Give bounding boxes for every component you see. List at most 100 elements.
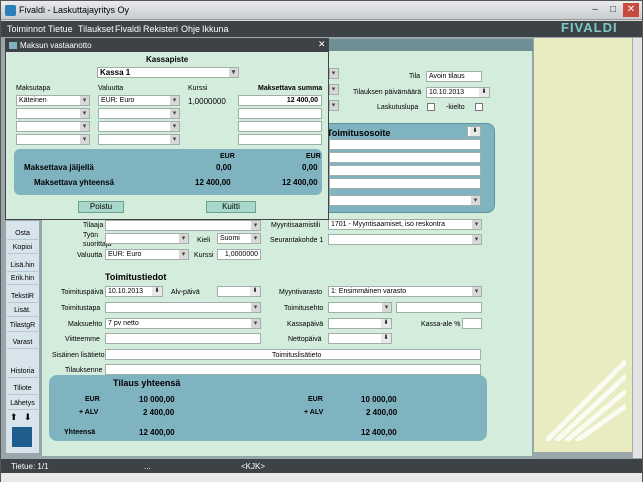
menu-ikkuna[interactable]: Ikkuna [202,24,229,34]
maksutapa-dropdown-4[interactable] [16,134,90,145]
sidebar-kopioi[interactable]: Kopioi [7,241,38,254]
dialog-kurssi-value: 1,0000000 [188,97,226,106]
tilauksenne-label: Tilauksenne [65,367,103,374]
summa-label: Maksettava summa [258,85,323,92]
tilauksenne-field[interactable] [105,364,481,375]
eur-label-right: EUR [308,396,323,403]
address-line-4[interactable] [329,178,481,189]
summa-field-4[interactable] [238,134,322,145]
grand-total-right: 12 400,00 [361,428,397,437]
hidden-dropdown-2[interactable] [329,84,339,95]
alv-total-right: 2 400,00 [366,408,398,417]
tyon-dropdown[interactable] [105,233,189,244]
maksutapa-dropdown-2[interactable] [16,108,90,119]
record-indicator: Tietue: 1/1 [11,462,49,471]
yhteensa-value-a: 12 400,00 [195,178,231,187]
sidebar-tilastgr[interactable]: TilastgR [7,319,38,332]
myyntisaamistili-dropdown[interactable]: 1701 - Myyntisaamiset, iso reskontra [328,219,482,230]
kassapaiva-field[interactable] [328,318,392,329]
sidebar-lisat[interactable]: Lisät. [7,304,38,317]
sidebar-tekstir[interactable]: TekstiR [7,290,38,303]
dialog-valuutta-dropdown-4[interactable] [98,134,180,145]
toimitusosoite-picker-icon[interactable] [467,126,481,137]
sidebar-erikhin[interactable]: Erik.hin [7,272,38,285]
maksutapa-dropdown-3[interactable] [16,121,90,132]
sidebar-varast[interactable]: Varast [7,336,38,349]
status-bar: Tietue: 1/1 ... <KJK> [1,459,642,473]
maximize-button[interactable]: □ [605,3,621,17]
kielto-checkbox[interactable] [475,103,483,111]
laskutuslupa-checkbox[interactable] [427,103,435,111]
kurssi-field[interactable]: 1,0000000 [217,249,261,260]
tilaaja-label: Tilaaja [83,222,104,229]
address-line-1[interactable] [329,139,481,150]
sidebar-historia[interactable]: Historia [7,365,38,378]
tila-field[interactable]: Avoin tilaus [426,71,482,82]
kassapiste-dropdown[interactable]: Kassa 1 [97,67,239,78]
app-window: Fivaldi - Laskuttajayritys Oy – □ ✕ Toim… [0,0,643,482]
dialog-valuutta-label: Valuutta [98,85,124,92]
dialog-summary-box: EUR EUR Maksettava jäljellä 0,00 0,00 Ma… [14,149,322,195]
fivaldi-logo: FIVALDI [561,20,618,35]
toimitusehto-label: Toimitusehto [284,305,324,312]
maksuehto-dropdown[interactable]: 7 pv netto [105,318,261,329]
maksutapa-dropdown-1[interactable]: Käteinen [16,95,90,106]
address-line-3[interactable] [329,165,481,176]
yhteensa-value-b: 12 400,00 [282,178,318,187]
menu-bar: Toiminnot Tietue Tilaukset Fivaldi Rekis… [1,21,642,37]
kuitti-button[interactable]: Kuitti [206,201,256,213]
tilaaja-dropdown[interactable] [105,220,261,231]
dialog-close-icon[interactable]: ✕ [318,39,326,50]
toimitustapa-dropdown[interactable] [105,302,261,313]
menu-ohje[interactable]: Ohje [181,24,200,34]
kassa-ale-field[interactable] [462,318,482,329]
summa-field-1[interactable]: 12 400,00 [238,95,322,106]
valuutta-dropdown[interactable]: EUR: Euro [105,249,189,260]
viitteemme-field[interactable] [105,333,261,344]
nav-indicator: <KJK> [241,462,266,471]
arrow-up-icon[interactable]: ⬆ [10,412,18,423]
menu-toiminnot[interactable]: Toiminnot [7,24,46,34]
nettopaiva-field[interactable] [328,333,392,344]
order-date-field[interactable]: 10.10.2013 [426,87,490,98]
toimituslisatieto-label: Toimituslisätieto [272,352,322,359]
myyntivarasto-dropdown[interactable]: 1: Ensimmäinen varasto [328,286,482,297]
dialog-valuutta-dropdown-3[interactable] [98,121,180,132]
alv-paiva-field[interactable] [217,286,261,297]
address-line-2[interactable] [329,152,481,163]
toimitusehto-text-field[interactable] [396,302,482,313]
toimitustapa-label: Toimitustapa [61,305,101,312]
sidebar-tiliote[interactable]: Tiliote [7,382,38,395]
title-bar: Fivaldi - Laskuttajayritys Oy – □ ✕ [1,1,642,20]
menu-rekisteri[interactable]: Rekisteri [143,24,178,34]
kieli-dropdown[interactable]: Suomi [217,233,261,244]
summary-eur-a: EUR [220,153,235,160]
close-button[interactable]: ✕ [623,3,639,17]
poistu-button[interactable]: Poistu [78,201,124,213]
address-country-dropdown[interactable] [329,195,481,206]
dialog-icon [9,42,17,49]
dialog-valuutta-dropdown-2[interactable] [98,108,180,119]
dialog-valuutta-dropdown-1[interactable]: EUR: Euro [98,95,180,106]
tyon-label: Työn suorittaja [83,232,112,248]
hidden-dropdown-1[interactable] [329,68,339,79]
menu-tilaukset[interactable]: Tilaukset [78,24,114,34]
menu-fivaldi[interactable]: Fivaldi [115,24,141,34]
toimituspaiva-field[interactable]: 10.10.2013 [105,286,163,297]
vertical-scrollbar[interactable] [632,38,642,458]
sidebar-osta[interactable]: Osta [7,227,38,240]
seurantakohde-dropdown[interactable] [328,234,482,245]
summa-field-3[interactable] [238,121,322,132]
action-sidebar: Osta Kopioi Lisä.hin Erik.hin TekstiR Li… [6,221,39,453]
jaljella-value-a: 0,00 [216,163,232,172]
minimize-button[interactable]: – [587,3,603,17]
menu-tietue[interactable]: Tietue [48,24,73,34]
sidebar-lisahin[interactable]: Lisä.hin [7,259,38,272]
summa-field-2[interactable] [238,108,322,119]
toimitusehto-dropdown[interactable] [328,302,392,313]
arrow-down-icon[interactable]: ⬇ [24,412,32,423]
hidden-dropdown-3[interactable] [329,100,339,111]
tilaus-yhteensa-title: Tilaus yhteensä [113,378,181,388]
valuutta-label: Valuutta [77,252,103,259]
sidebar-lahetys[interactable]: Lähetys [7,397,38,410]
